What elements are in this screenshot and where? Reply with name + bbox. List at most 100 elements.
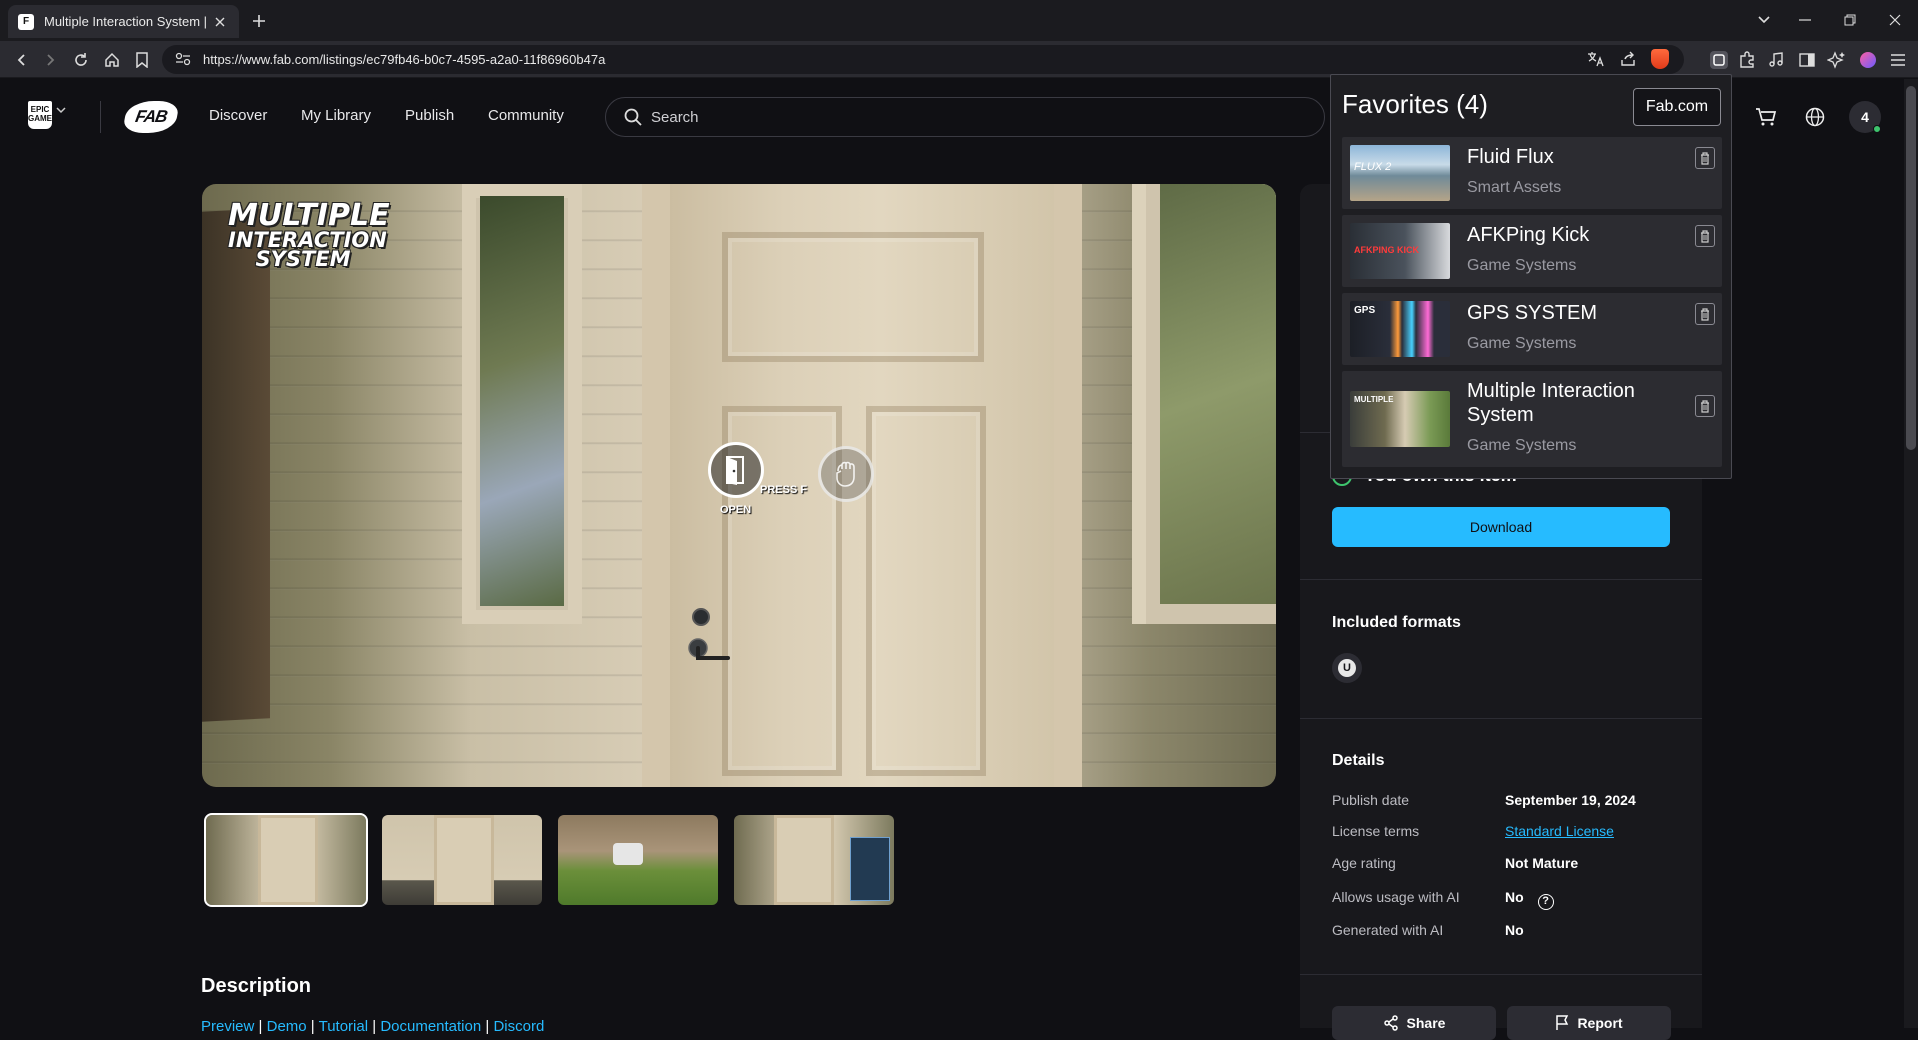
back-icon[interactable] [10, 48, 34, 72]
favorite-thumbnail: FLUX 2 [1350, 145, 1450, 201]
flag-icon [1556, 1015, 1569, 1030]
unreal-engine-icon[interactable]: U [1332, 653, 1362, 683]
nav-discover[interactable]: Discover [209, 107, 267, 124]
demo-link[interactable]: Demo [267, 1018, 307, 1035]
close-tab-icon[interactable] [211, 13, 229, 31]
included-formats-heading: Included formats [1332, 614, 1461, 631]
hero-title: MULTIPLE INTERACTION SYSTEM [228, 198, 390, 272]
fist-icon [818, 446, 874, 502]
epic-games-logo[interactable]: EPIC GAMES [28, 101, 57, 129]
favorite-thumbnail: AFKPING KICK [1350, 223, 1450, 279]
open-label: OPEN [720, 504, 752, 516]
tab-title: Multiple Interaction System | Fab [44, 14, 209, 29]
wallet-icon[interactable] [1856, 48, 1880, 72]
detail-value-generated-ai: No [1505, 922, 1524, 938]
details-heading: Details [1332, 752, 1385, 769]
search-input[interactable]: Search [605, 97, 1325, 137]
door-open-icon [708, 442, 764, 498]
nav-publish[interactable]: Publish [405, 107, 454, 124]
favorite-item-multiple-interaction-system[interactable]: MULTIPLE Multiple Interaction System Gam… [1342, 371, 1722, 467]
tab-list-chevron-icon[interactable] [1752, 9, 1776, 31]
media-icon[interactable] [1764, 48, 1788, 72]
nav-my-library[interactable]: My Library [301, 107, 371, 124]
fab-favicon-icon: F [18, 13, 34, 30]
trash-icon[interactable] [1695, 303, 1715, 325]
minimize-icon[interactable] [1793, 9, 1817, 31]
info-panel [850, 837, 890, 901]
fab-com-button[interactable]: Fab.com [1633, 88, 1721, 126]
site-settings-icon[interactable] [172, 48, 194, 70]
detail-label-generated-ai: Generated with AI [1332, 922, 1444, 938]
favorites-extension-icon[interactable] [1707, 48, 1731, 72]
favorites-title: Favorites (4) [1342, 89, 1488, 119]
favorite-item-fluid-flux[interactable]: FLUX 2 Fluid Flux Smart Assets [1342, 137, 1722, 209]
sidebar-toggle-icon[interactable] [1795, 48, 1819, 72]
preview-link[interactable]: Preview [201, 1018, 254, 1035]
download-button[interactable]: Download [1332, 507, 1670, 547]
gallery-thumbnail-4[interactable] [734, 815, 894, 905]
trash-icon[interactable] [1695, 395, 1715, 417]
fab-logo[interactable]: FAB [122, 101, 180, 133]
shutter [202, 208, 270, 722]
main-menu-icon[interactable] [1886, 48, 1910, 72]
help-icon[interactable]: ? [1537, 894, 1554, 910]
share-page-icon[interactable] [1617, 48, 1639, 70]
detail-value-publish-date: September 19, 2024 [1505, 792, 1636, 808]
trash-icon[interactable] [1695, 147, 1715, 169]
report-button[interactable]: Report [1507, 1006, 1671, 1040]
share-button[interactable]: Share [1332, 1006, 1496, 1040]
header-divider [100, 101, 101, 133]
detail-value-ai-usage: No? [1505, 889, 1554, 910]
new-tab-icon[interactable] [248, 10, 270, 32]
home-icon[interactable] [100, 48, 124, 72]
cart-icon[interactable] [1751, 102, 1781, 132]
detail-value-age-rating: Not Mature [1505, 855, 1579, 871]
restore-icon[interactable] [1838, 9, 1862, 31]
browser-tab[interactable]: F Multiple Interaction System | Fab [8, 5, 239, 38]
favorite-category: Game Systems [1467, 437, 1577, 454]
favorite-item-gps-system[interactable]: GPS GPS SYSTEM Game Systems [1342, 293, 1722, 365]
favorite-thumbnail: MULTIPLE [1350, 391, 1450, 447]
extensions-puzzle-icon[interactable] [1735, 48, 1759, 72]
favorite-category: Game Systems [1467, 335, 1577, 352]
detail-label-ai-usage: Allows usage with AI [1332, 889, 1460, 905]
trash-icon[interactable] [1695, 225, 1715, 247]
reload-icon[interactable] [69, 48, 93, 72]
standard-license-link[interactable]: Standard License [1505, 823, 1614, 839]
favorite-name[interactable]: GPS SYSTEM [1467, 301, 1667, 325]
close-window-icon[interactable] [1883, 9, 1907, 31]
url-text: https://www.fab.com/listings/ec79fb46-b0… [203, 52, 606, 67]
favorite-item-afkping-kick[interactable]: AFKPING KICK AFKPing Kick Game Systems [1342, 215, 1722, 287]
forward-icon[interactable] [38, 48, 62, 72]
favorite-name[interactable]: Fluid Flux [1467, 145, 1667, 169]
detail-label-publish-date: Publish date [1332, 792, 1410, 808]
brave-shields-icon[interactable] [1649, 48, 1671, 70]
discord-link[interactable]: Discord [493, 1018, 544, 1035]
tutorial-link[interactable]: Tutorial [319, 1018, 368, 1035]
gallery-thumbnail-3[interactable] [558, 815, 718, 905]
nav-community[interactable]: Community [488, 107, 564, 124]
globe-icon[interactable] [1800, 102, 1830, 132]
detail-label-age-rating: Age rating [1332, 855, 1396, 871]
bookmark-icon[interactable] [130, 48, 154, 72]
favorite-category: Smart Assets [1467, 179, 1562, 196]
share-icon [1383, 1015, 1398, 1031]
favorite-name[interactable]: AFKPing Kick [1467, 223, 1667, 247]
door-handle [688, 636, 734, 664]
chevron-down-icon[interactable] [56, 106, 66, 114]
translate-icon[interactable] [1585, 48, 1607, 70]
press-f-label: PRESS F [760, 484, 808, 496]
description-links: Preview | Demo | Tutorial | Documentatio… [201, 1018, 545, 1035]
address-bar[interactable]: https://www.fab.com/listings/ec79fb46-b0… [162, 45, 1684, 74]
gallery-thumbnail-2[interactable] [382, 815, 542, 905]
hero-image[interactable]: MULTIPLE INTERACTION SYSTEM OPEN PRESS F [202, 184, 1276, 787]
favorite-category: Game Systems [1467, 257, 1577, 274]
leo-ai-icon[interactable] [1824, 48, 1848, 72]
documentation-link[interactable]: Documentation [380, 1018, 481, 1035]
scrollbar-thumb[interactable] [1906, 86, 1916, 450]
favorite-name[interactable]: Multiple Interaction System [1467, 379, 1667, 427]
door-knob [692, 608, 710, 626]
gallery-thumbnail-1[interactable] [204, 813, 368, 907]
search-icon [624, 108, 642, 126]
search-placeholder: Search [651, 109, 699, 126]
